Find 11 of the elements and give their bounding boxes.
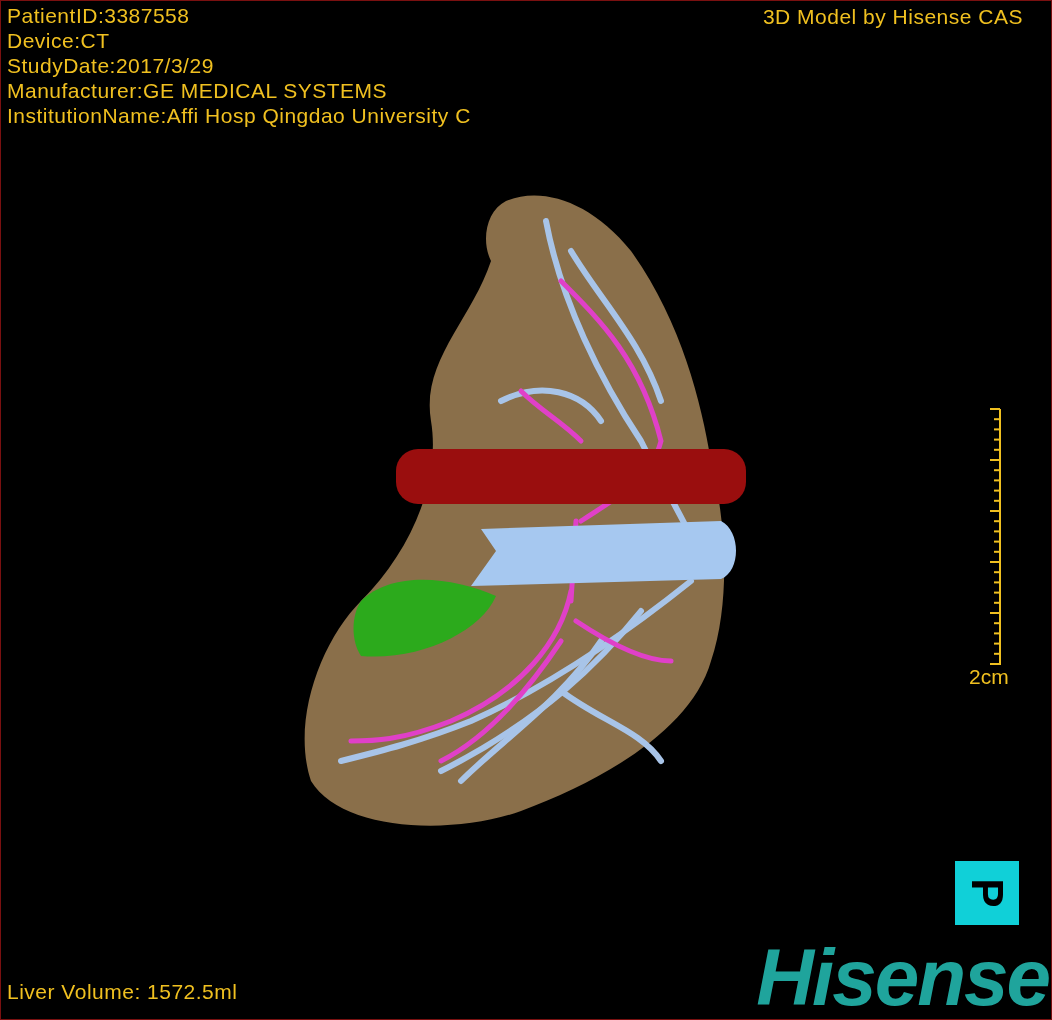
brand-logo: Hisense [756,938,1049,1018]
study-info-line: StudyDate:2017/3/29 [7,53,215,78]
study-info-line: Device:CT [7,28,111,53]
study-info-line: Manufacturer:GE MEDICAL SYSTEMS [7,78,388,103]
study-info-line: PatientID:3387558 [7,3,191,28]
3d-viewport[interactable]: PatientID:3387558 Device:CT StudyDate:2017/3/29 Manufacturer:GE MEDICAL SYSTEMS InstitutionName:Affi Hosp Qingdao University C 3D Model by Hisense CAS 2cm P Liver Volume: 1572.5ml Hisense [0,0,1052,1020]
study-info-line: InstitutionName:Affi Hosp Qingdao University C [7,103,471,128]
orientation-marker[interactable]: P [955,861,1019,925]
scale-bar-label: 2cm [969,664,1009,689]
model-credit: 3D Model by Hisense CAS [762,4,1023,29]
liver-volume: Liver Volume: 1572.5ml [7,979,238,1004]
